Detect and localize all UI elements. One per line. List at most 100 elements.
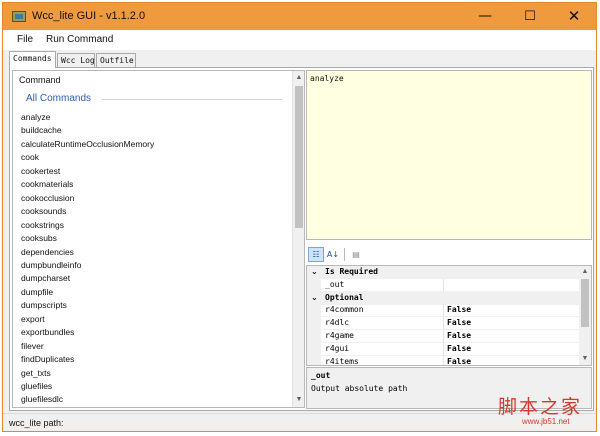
property-row[interactable]: r4common False: [307, 304, 580, 318]
property-row[interactable]: r4items False: [307, 355, 580, 366]
property-divider: [443, 317, 444, 331]
categorized-view-button[interactable]: ☷: [308, 247, 324, 262]
property-divider: [443, 342, 444, 356]
tab-content: Command All Commands analyze buildcache ca…: [9, 67, 594, 411]
command-editor[interactable]: analyze: [306, 70, 592, 240]
property-name: r4items: [325, 356, 359, 366]
command-item[interactable]: get_txts: [21, 368, 51, 378]
minimize-icon: —: [478, 8, 492, 24]
app-icon: [12, 11, 26, 22]
property-row[interactable]: r4dlc False: [307, 317, 580, 331]
group-divider: [102, 99, 282, 100]
command-item[interactable]: findDuplicates: [21, 354, 74, 364]
property-row[interactable]: r4gui False: [307, 342, 580, 356]
property-name: r4dlc: [325, 318, 350, 328]
property-divider: [443, 304, 444, 318]
command-item[interactable]: dependencies: [21, 247, 74, 257]
status-text: wcc_lite path:: [9, 418, 64, 428]
command-item[interactable]: exportbundles: [21, 327, 74, 337]
command-item[interactable]: dumpfile: [21, 287, 53, 297]
tab-wcc-log[interactable]: Wcc Log: [57, 53, 95, 67]
property-value[interactable]: False: [445, 317, 580, 329]
command-group-header: All Commands: [26, 93, 92, 104]
command-item[interactable]: dumpbundleinfo: [21, 260, 82, 270]
command-item[interactable]: cooksounds: [21, 206, 66, 216]
menu-bar: File Run Command: [3, 30, 596, 50]
sort-alphabetical-icon: A↓: [326, 250, 340, 259]
property-value[interactable]: False: [445, 330, 580, 342]
command-item[interactable]: cookocclusion: [21, 193, 74, 203]
command-item[interactable]: dumpscripts: [21, 300, 67, 310]
scrollbar-thumb[interactable]: [295, 86, 303, 228]
close-icon: ✕: [567, 7, 581, 25]
property-divider: [443, 278, 444, 292]
command-item[interactable]: cookertest: [21, 166, 60, 176]
minimize-button[interactable]: —: [463, 3, 507, 30]
property-category-label: Is Required: [325, 267, 378, 276]
command-item[interactable]: cookmaterials: [21, 179, 73, 189]
scroll-down-icon[interactable]: ▼: [579, 353, 591, 365]
menu-file[interactable]: File: [17, 34, 33, 45]
property-grid-scrollbar[interactable]: ▲ ▼: [579, 266, 591, 365]
property-gutter: [307, 278, 321, 292]
watermark-url: www.jb51.net: [522, 417, 570, 426]
command-item[interactable]: gluefiles: [21, 381, 52, 391]
command-item[interactable]: export: [21, 314, 45, 324]
command-item[interactable]: gluefilesdlc: [21, 394, 63, 404]
command-item[interactable]: filever: [21, 341, 44, 351]
command-list-scrollbar[interactable]: ▲ ▼: [292, 71, 304, 407]
property-gutter: [307, 317, 321, 331]
menu-run-command[interactable]: Run Command: [46, 34, 113, 45]
property-name: r4game: [325, 331, 354, 340]
property-category[interactable]: ⌄ Optional: [307, 291, 580, 305]
property-divider: [443, 330, 444, 343]
command-item[interactable]: cookstrings: [21, 220, 64, 230]
scroll-up-icon[interactable]: ▲: [579, 266, 591, 278]
property-value[interactable]: False: [445, 343, 580, 355]
property-toolbar: ☷ A↓ ▤: [306, 245, 592, 265]
property-name: r4gui: [325, 343, 350, 353]
help-description: Output absolute path: [311, 384, 408, 393]
property-name: r4common: [325, 305, 364, 315]
property-value[interactable]: False: [445, 356, 580, 365]
property-gutter: [307, 304, 321, 318]
tab-commands[interactable]: Commands: [9, 51, 56, 68]
chevron-down-icon[interactable]: ⌄: [311, 292, 318, 304]
command-item[interactable]: dumpcharset: [21, 273, 70, 283]
property-name: _out: [325, 279, 345, 289]
tab-outfile[interactable]: Outfile: [96, 53, 136, 67]
app-window: Wcc_lite GUI - v1.1.2.0 — ☐ ✕ File Run C…: [2, 2, 597, 432]
property-category[interactable]: ⌄ Is Required: [307, 266, 580, 279]
command-item[interactable]: cooksubs: [21, 233, 57, 243]
property-grid[interactable]: ⌄ Is Required _out ⌄ Optional r4common False r4…: [306, 265, 592, 366]
categorized-icon: ☷: [312, 250, 320, 259]
title-bar[interactable]: Wcc_lite GUI - v1.1.2.0 — ☐ ✕: [3, 3, 596, 30]
property-pages-icon: ▤: [352, 250, 360, 259]
chevron-down-icon[interactable]: ⌄: [311, 266, 318, 278]
close-button[interactable]: ✕: [552, 3, 596, 30]
property-divider: [443, 355, 444, 365]
command-item[interactable]: calculateRuntimeOcclusionMemory: [21, 139, 154, 149]
property-value[interactable]: False: [445, 304, 580, 316]
window-title: Wcc_lite GUI - v1.1.2.0: [32, 10, 146, 22]
alphabetical-sort-button[interactable]: A↓: [325, 247, 341, 262]
scrollbar-thumb[interactable]: [581, 279, 589, 327]
command-item[interactable]: cook: [21, 152, 39, 162]
scroll-up-icon[interactable]: ▲: [293, 71, 304, 85]
property-gutter: [307, 330, 321, 343]
property-gutter: [307, 342, 321, 356]
property-pages-button[interactable]: ▤: [348, 247, 364, 262]
help-title: _out: [311, 371, 331, 380]
property-row[interactable]: _out: [307, 278, 580, 292]
command-list[interactable]: Command All Commands analyze buildcache ca…: [12, 70, 305, 408]
property-gutter: [307, 355, 321, 365]
property-row[interactable]: r4game False: [307, 330, 580, 343]
command-item[interactable]: buildcache: [21, 125, 62, 135]
watermark-text: 脚本之家: [498, 396, 583, 418]
maximize-icon: ☐: [524, 9, 536, 24]
watermark: 脚本之家 www.jb51.net: [488, 392, 596, 432]
scroll-down-icon[interactable]: ▼: [293, 393, 304, 407]
maximize-button[interactable]: ☐: [508, 3, 552, 30]
toolbar-separator: [344, 248, 345, 261]
command-item[interactable]: analyze: [21, 112, 50, 122]
